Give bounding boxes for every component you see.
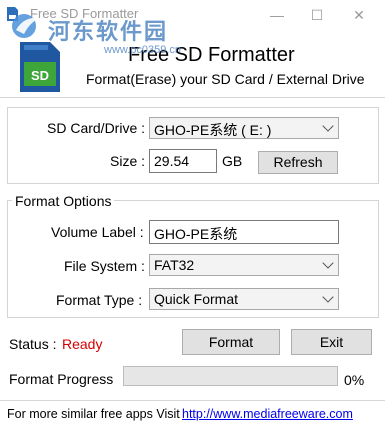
- status-value: Ready: [62, 336, 103, 352]
- app-header: SD Free SD Formatter Format(Erase) your …: [0, 30, 385, 98]
- size-unit: GB: [222, 153, 243, 169]
- sd-logo-text: SD: [31, 68, 49, 83]
- chevron-down-icon: [322, 120, 334, 132]
- file-system-label: File System :: [64, 258, 145, 274]
- chevron-down-icon: [322, 257, 334, 269]
- file-system-value: FAT32: [154, 257, 195, 273]
- window-title: Free SD Formatter: [30, 6, 139, 21]
- format-progress-bar: [123, 366, 338, 386]
- format-type-value: Quick Format: [154, 291, 239, 307]
- format-progress-label: Format Progress: [9, 371, 114, 387]
- header-divider: [0, 97, 385, 98]
- volume-label-input[interactable]: GHO-PE系统: [149, 220, 339, 244]
- format-type-label: Format Type :: [56, 292, 143, 308]
- app-heading: Free SD Formatter: [128, 44, 295, 66]
- exit-button[interactable]: Exit: [291, 329, 372, 355]
- size-value: 29.54: [154, 153, 190, 169]
- chevron-down-icon: [322, 291, 334, 303]
- footer-link[interactable]: http://www.mediafreeware.com: [182, 407, 353, 421]
- app-subtitle: Format(Erase) your SD Card / External Dr…: [86, 71, 365, 87]
- footer-text: For more similar free apps Visit: [7, 407, 180, 421]
- volume-label-label: Volume Label :: [51, 224, 144, 240]
- size-label: Size :: [110, 153, 146, 169]
- sd-card-icon: SD: [12, 40, 66, 94]
- title-bar: Free SD Formatter — ☐ ✕: [0, 0, 385, 30]
- format-options-legend: Format Options: [12, 193, 115, 209]
- progress-percent: 0%: [344, 372, 365, 388]
- minimize-button[interactable]: —: [262, 4, 292, 26]
- sd-card-value: GHO-PE系统 ( E: ): [154, 122, 272, 138]
- status-label: Status :: [9, 336, 57, 352]
- footer: For more similar free apps Visit http://…: [0, 403, 385, 430]
- format-button[interactable]: Format: [182, 329, 280, 355]
- sd-card-label: SD Card/Drive :: [47, 120, 146, 136]
- maximize-button[interactable]: ☐: [302, 4, 332, 26]
- sd-card-select[interactable]: GHO-PE系统 ( E: ): [149, 117, 339, 139]
- app-icon: [4, 6, 20, 22]
- format-type-select[interactable]: Quick Format: [149, 288, 339, 310]
- volume-label-value: GHO-PE系统: [154, 226, 238, 242]
- size-field: 29.54: [149, 149, 217, 173]
- file-system-select[interactable]: FAT32: [149, 254, 339, 276]
- footer-divider: [0, 400, 385, 401]
- close-button[interactable]: ✕: [344, 4, 374, 26]
- refresh-button[interactable]: Refresh: [258, 151, 338, 174]
